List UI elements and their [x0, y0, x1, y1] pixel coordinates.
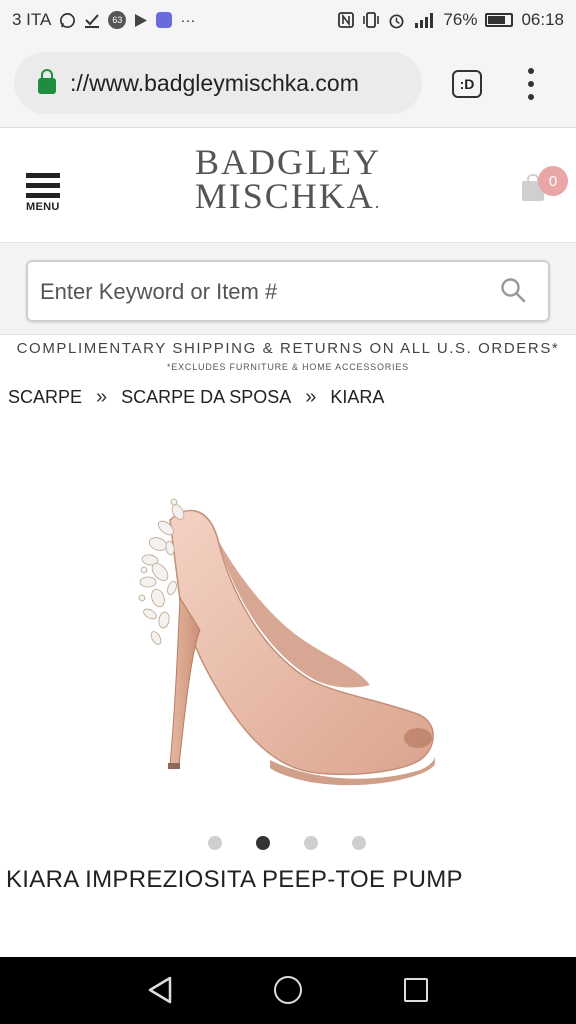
carousel-dot-4[interactable] [352, 836, 366, 850]
product-title: KIARA IMPREZIOSITA PEEP-TOE PUMP [6, 866, 463, 893]
breadcrumb-item-scarpe[interactable]: SCARPE [8, 387, 82, 408]
promo-main-text: COMPLIMENTARY SHIPPING & RETURNS ON ALL … [16, 340, 560, 357]
carousel-dot-2[interactable] [256, 836, 270, 850]
home-icon[interactable] [274, 976, 302, 1004]
overflow-menu-icon[interactable] [526, 68, 536, 100]
hamburger-icon [26, 173, 62, 198]
logo-line-1: BADGLEY [195, 142, 381, 182]
breadcrumb-item-kiara[interactable]: KIARA [330, 387, 384, 408]
search-icon[interactable] [500, 277, 526, 303]
browser-toolbar: ://www.badgleymischka.com :D [0, 40, 576, 128]
carousel-indicator [208, 836, 366, 850]
whatsapp-icon [59, 12, 76, 29]
carrier-label: 3 ITA [12, 10, 52, 29]
clock: 06:18 [521, 10, 564, 29]
search-section [0, 243, 576, 335]
breadcrumb-separator: » [305, 386, 317, 408]
system-nav-bar [0, 957, 576, 1024]
breadcrumb: SCARPE » SCARPE DA SPOSA » KIARA [8, 386, 384, 409]
logo-line-2-text: MISCHKA [194, 176, 375, 216]
play-icon [134, 13, 148, 28]
site-header: MENU BADGLEY MISCHKA. [0, 129, 576, 243]
battery-percent: 76% [443, 10, 478, 29]
back-icon[interactable] [146, 975, 174, 1005]
carousel-dot-1[interactable] [208, 836, 222, 850]
brand-logo[interactable]: BADGLEY MISCHKA. [140, 142, 436, 219]
lock-icon [38, 69, 56, 94]
shield-icon [156, 12, 173, 28]
shipping-promo[interactable]: COMPLIMENTARY SHIPPING & RETURNS ON ALL … [0, 340, 576, 372]
breadcrumb-item-scarpe-da-sposa[interactable]: SCARPE DA SPOSA [121, 387, 291, 408]
alarm-icon [388, 12, 405, 29]
recents-icon[interactable] [404, 978, 428, 1002]
notification-badge-icon: 63 [108, 11, 127, 29]
status-left: 3 ITA 63 ··· [12, 10, 195, 30]
carousel-dot-3[interactable] [304, 836, 318, 850]
signal-icon [413, 12, 435, 28]
status-right: 76% 06:18 [338, 10, 564, 30]
product-image[interactable] [100, 480, 470, 800]
search-box[interactable] [26, 260, 550, 322]
battery-icon [485, 13, 514, 27]
menu-label: MENU [26, 201, 60, 213]
status-bar: 3 ITA 63 ··· 76% 06:18 [0, 0, 576, 40]
promo-sub-text: *EXCLUDES FURNITURE & HOME ACCESSORIES [167, 362, 409, 372]
vibrate-icon [362, 12, 380, 28]
search-input[interactable] [40, 274, 480, 310]
tab-switcher-button[interactable]: :D [452, 70, 482, 98]
url-text[interactable]: ://www.badgleymischka.com [70, 70, 410, 97]
url-bar[interactable]: ://www.badgleymischka.com [14, 52, 422, 114]
cart-count-badge[interactable]: 0 [538, 166, 568, 196]
more-icon: ··· [180, 11, 196, 29]
logo-line-2: MISCHKA. [194, 176, 382, 216]
nfc-icon [338, 12, 355, 28]
download-done-icon [84, 12, 100, 28]
menu-button[interactable]: MENU [26, 173, 62, 213]
breadcrumb-separator: » [96, 386, 108, 408]
